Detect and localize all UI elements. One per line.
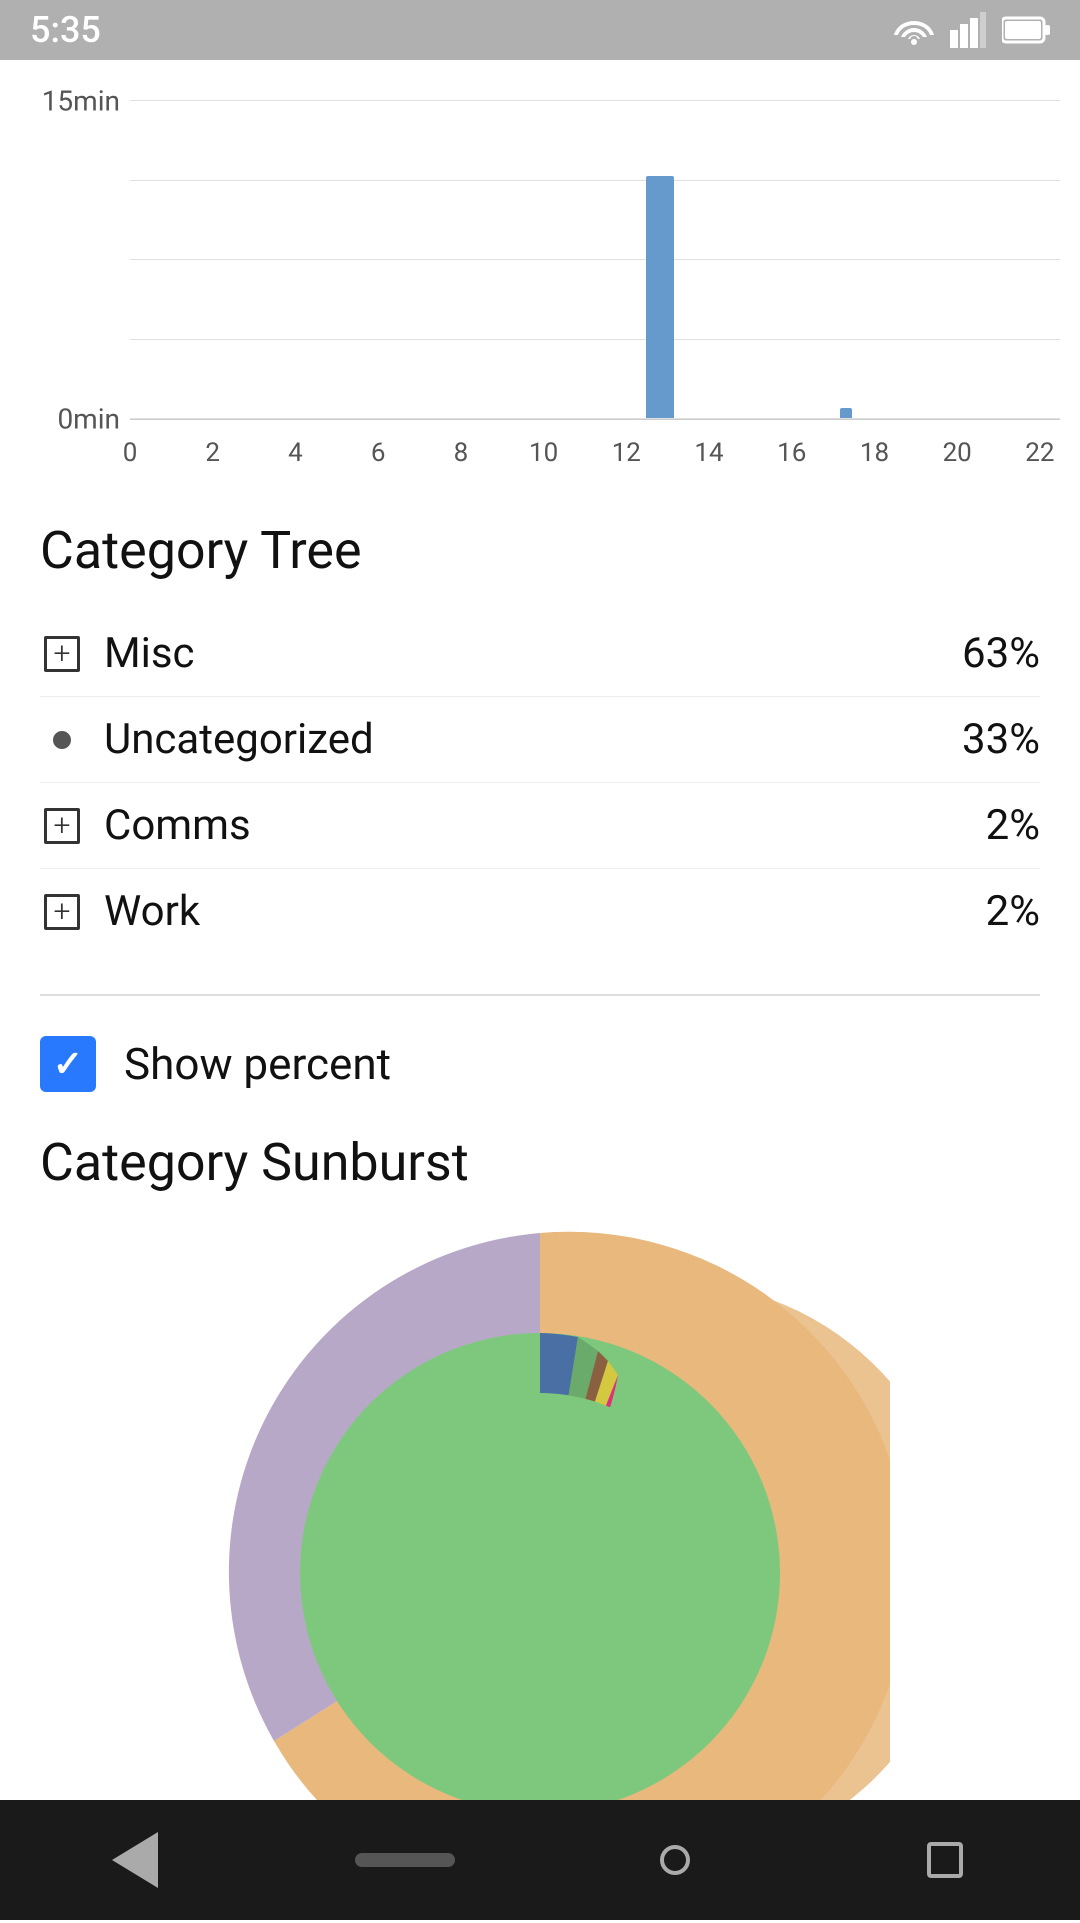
x-label-16: 16 [772,438,812,468]
y-label-0min: 0min [57,403,120,436]
status-time: 5:35 [30,9,101,51]
x-label-4: 4 [275,438,315,468]
divider [40,994,1040,996]
status-bar: 5:35 [0,0,1080,60]
nav-pill-container [355,1810,455,1910]
tree-icon-work: + [40,890,84,934]
show-percent-row[interactable]: ✓ Show percent [0,1016,1080,1112]
tree-value-misc: 63% [962,629,1040,678]
tree-icon-comms: + [40,804,84,848]
battery-icon [1002,16,1050,44]
dot-icon-uncategorized [53,731,71,749]
x-label-6: 6 [358,438,398,468]
plus-icon-work: + [44,894,80,930]
x-label-0: 0 [110,438,150,468]
tree-label-misc: Misc [104,629,962,678]
x-label-22: 22 [1020,438,1060,468]
nav-home-button[interactable] [625,1810,725,1910]
tree-item-misc[interactable]: + Misc 63% [40,611,1040,697]
home-icon [660,1845,690,1875]
tree-icon-uncategorized [40,718,84,762]
y-label-15min: 15min [42,85,120,118]
tree-item-uncategorized[interactable]: Uncategorized 33% [40,697,1040,783]
tree-label-comms: Comms [104,801,986,850]
checkmark-icon: ✓ [53,1043,83,1085]
bar-chart-section: 15min 0min 0 2 4 6 8 10 12 14 16 [0,60,1080,490]
bar-chart-container: 15min 0min 0 2 4 6 8 10 12 14 16 [0,80,1080,480]
plus-icon-comms: + [44,808,80,844]
x-label-18: 18 [854,438,894,468]
x-label-20: 20 [937,438,977,468]
signal-icon [950,12,986,48]
bar-chart-inner: 15min 0min 0 2 4 6 8 10 12 14 16 [130,100,1060,420]
category-tree-section: Category Tree + Misc 63% Uncategorized 3… [0,490,1080,974]
show-percent-checkbox[interactable]: ✓ [40,1036,96,1092]
x-label-12: 12 [606,438,646,468]
grid-line-top: 15min [130,100,1060,101]
bar-13 [646,176,674,418]
recents-icon [927,1842,963,1878]
nav-back-button[interactable] [85,1810,185,1910]
category-tree-title: Category Tree [40,520,1040,581]
tree-icon-misc: + [40,632,84,676]
sunburst-title: Category Sunburst [40,1132,1040,1193]
back-icon [112,1832,158,1888]
grid-line-25 [130,180,1060,181]
wifi-icon [894,15,934,45]
tree-value-comms: 2% [986,801,1040,850]
nav-recents-button[interactable] [895,1810,995,1910]
x-label-8: 8 [441,438,481,468]
status-icons [894,12,1050,48]
x-label-14: 14 [689,438,729,468]
grid-line-50 [130,259,1060,260]
nav-bar [0,1800,1080,1920]
bar-17 [840,408,852,418]
x-axis: 0 2 4 6 8 10 12 14 16 18 20 22 [130,438,1060,468]
nav-pill [355,1853,455,1867]
grid-line-bottom: 0min [130,418,1060,419]
x-label-2: 2 [193,438,233,468]
tree-item-comms[interactable]: + Comms 2% [40,783,1040,869]
sunburst-center-green [360,1393,720,1753]
x-label-10: 10 [524,438,564,468]
plus-icon-misc: + [44,636,80,672]
tree-item-work[interactable]: + Work 2% [40,869,1040,954]
show-percent-label: Show percent [124,1038,391,1090]
tree-value-work: 2% [986,887,1040,936]
grid-line-75 [130,339,1060,340]
tree-label-uncategorized: Uncategorized [104,715,962,764]
tree-label-work: Work [104,887,986,936]
tree-value-uncategorized: 33% [962,715,1040,764]
